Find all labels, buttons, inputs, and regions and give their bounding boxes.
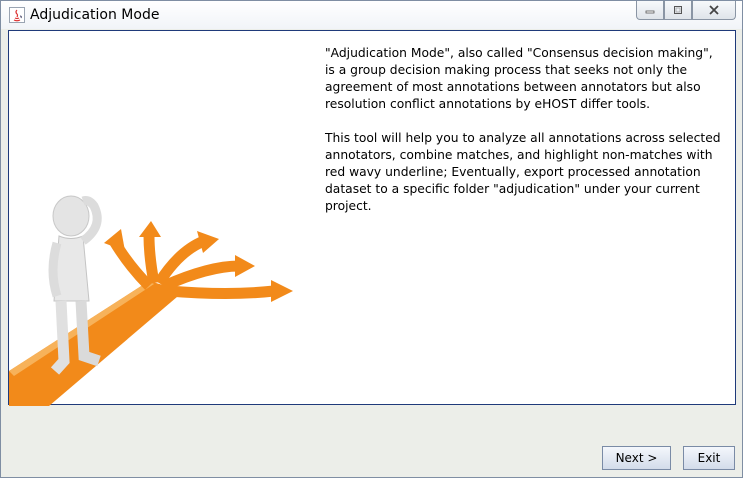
adjudication-window: Adjudication Mode "Adjudication Mode", a… xyxy=(0,0,743,478)
close-icon xyxy=(709,5,719,15)
description-paragraph-1: "Adjudication Mode", also called "Consen… xyxy=(325,46,713,111)
close-button[interactable] xyxy=(692,1,736,20)
decision-arrows-illustration xyxy=(9,195,293,406)
description-text: "Adjudication Mode", also called "Consen… xyxy=(325,45,725,232)
content-panel: "Adjudication Mode", also called "Consen… xyxy=(8,30,736,406)
exit-button[interactable]: Exit xyxy=(683,446,735,470)
window-controls xyxy=(636,1,736,21)
window-title: Adjudication Mode xyxy=(30,7,160,23)
maximize-button[interactable] xyxy=(664,1,692,20)
maximize-icon xyxy=(674,6,682,14)
minimize-button[interactable] xyxy=(636,1,664,20)
next-button[interactable]: Next > xyxy=(602,446,671,470)
button-bar: Next > Exit xyxy=(8,406,736,476)
title-bar[interactable]: Adjudication Mode xyxy=(1,1,742,29)
minimize-icon xyxy=(645,10,655,14)
description-paragraph-2: This tool will help you to analyze all a… xyxy=(325,131,721,213)
java-app-icon xyxy=(9,7,25,23)
